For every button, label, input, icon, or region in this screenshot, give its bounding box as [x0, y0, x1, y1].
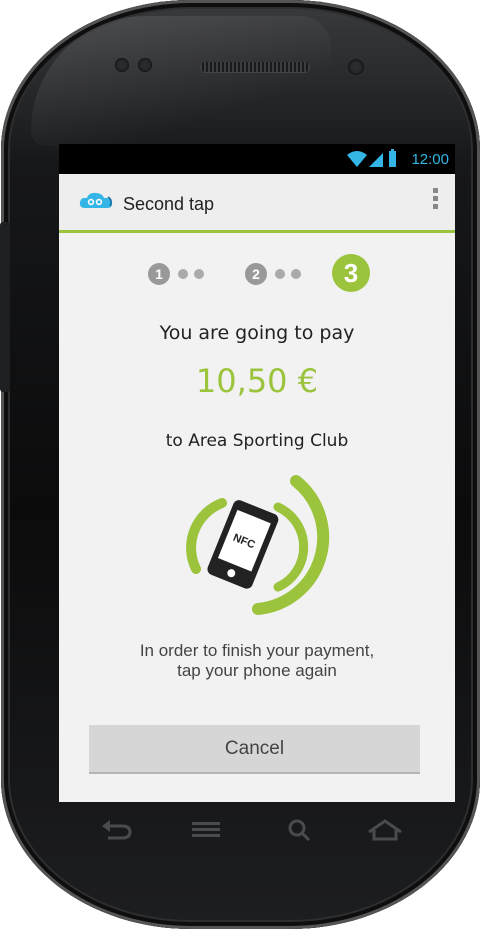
- nfc-tap-icon: NFC: [174, 469, 344, 623]
- step-dot: [194, 269, 204, 279]
- app-title: Second tap: [123, 194, 215, 214]
- status-bar: 12:00: [59, 144, 455, 174]
- wifi-icon: [347, 151, 367, 167]
- earpiece-speaker: [200, 62, 310, 72]
- signal-icon: [369, 153, 383, 167]
- step-2: 2: [245, 263, 267, 285]
- step-dot: [275, 269, 285, 279]
- instruction-text: In order to finish your payment, tap you…: [59, 641, 455, 681]
- step-3-active: 3: [332, 254, 370, 292]
- pay-intro-text: You are going to pay: [159, 322, 355, 344]
- cloud-logo-icon[interactable]: [79, 191, 115, 215]
- status-icons: [345, 149, 399, 173]
- cancel-button[interactable]: Cancel: [89, 725, 420, 774]
- nav-bar: [80, 818, 420, 868]
- step-dot: [178, 269, 188, 279]
- search-icon[interactable]: [285, 818, 319, 846]
- step-1: 1: [148, 263, 170, 285]
- app-screen: 12:00 Second tap 1 2 3 You are going to …: [59, 144, 455, 802]
- battery-icon: [389, 149, 396, 167]
- proximity-sensor: [115, 58, 129, 72]
- step-indicator: 1 2 3: [59, 254, 455, 294]
- merchant-name: to Area Sporting Club: [165, 431, 349, 451]
- back-icon[interactable]: [100, 818, 134, 846]
- menu-icon[interactable]: [190, 818, 224, 846]
- status-time: 12:00: [411, 151, 449, 168]
- instruction-line-2: tap your phone again: [177, 661, 337, 680]
- action-bar: Second tap: [59, 174, 455, 233]
- front-camera: [348, 59, 364, 75]
- payment-amount: 10,50 €: [195, 362, 319, 400]
- phone-gloss: [31, 16, 331, 146]
- volume-button: [0, 222, 10, 392]
- overflow-menu-icon[interactable]: [433, 188, 439, 212]
- light-sensor: [138, 58, 152, 72]
- home-icon[interactable]: [365, 818, 405, 846]
- instruction-line-1: In order to finish your payment,: [139, 641, 375, 660]
- step-dot: [291, 269, 301, 279]
